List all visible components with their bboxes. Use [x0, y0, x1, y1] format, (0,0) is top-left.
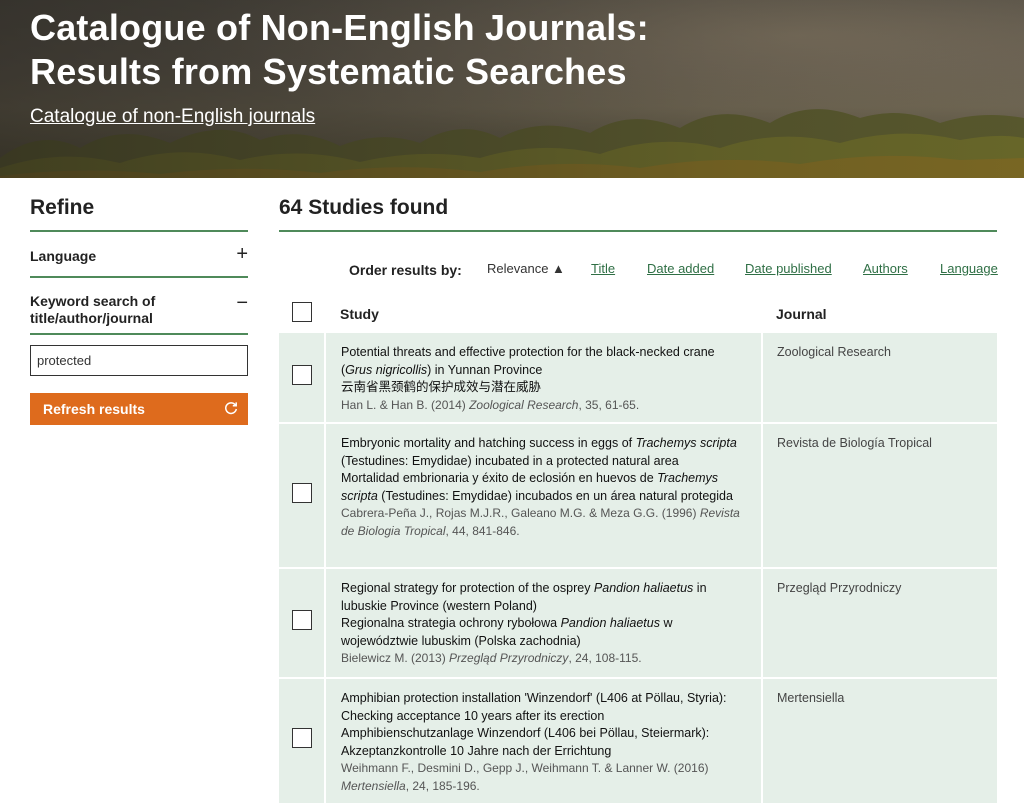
- refine-title: Refine: [30, 196, 248, 232]
- study-cell: Potential threats and effective protecti…: [324, 331, 762, 423]
- order-date-published[interactable]: Date published: [745, 261, 832, 276]
- row-checkbox[interactable]: [291, 728, 312, 749]
- table-row: Regional strategy for protection of the …: [279, 567, 997, 678]
- study-translation: Regionalna strategia ochrony rybołowa Pa…: [341, 616, 673, 648]
- results-count: 64 Studies found: [279, 196, 997, 232]
- language-facet-label: Language: [30, 248, 97, 264]
- row-select-cell: [279, 567, 325, 678]
- study-translation: Amphibienschutzanlage Winzendorf (L406 b…: [341, 726, 710, 758]
- study-cell: Amphibian protection installation 'Winze…: [324, 677, 762, 803]
- table-row: Potential threats and effective protecti…: [279, 331, 997, 423]
- journal-column-header: Journal: [762, 296, 997, 332]
- table-row: Embryonic mortality and hatching success…: [279, 422, 997, 568]
- study-citation: Han L. & Han B. (2014) Zoological Resear…: [341, 397, 640, 412]
- study-translation: Mortalidad embrionaria y éxito de eclosi…: [341, 471, 733, 503]
- page-title-line2: Results from Systematic Searches: [30, 51, 627, 92]
- study-translation: 云南省黑颈鹤的保护成效与潜在威胁: [341, 380, 542, 394]
- language-facet-toggle[interactable]: Language +: [30, 244, 248, 278]
- order-language[interactable]: Language: [940, 261, 998, 276]
- order-date-added[interactable]: Date added: [647, 261, 714, 276]
- row-select-cell: [279, 331, 325, 423]
- study-citation: Bielewicz M. (2013) Przegląd Przyrodnicz…: [341, 651, 642, 665]
- study-title[interactable]: Amphibian protection installation 'Winze…: [341, 690, 747, 725]
- refine-sidebar: Refine Language + Keyword search of titl…: [30, 196, 248, 425]
- order-title[interactable]: Title: [591, 261, 615, 276]
- table-header: Study Journal: [279, 296, 997, 332]
- study-cell: Embryonic mortality and hatching success…: [324, 422, 762, 568]
- study-citation: Weihmann F., Desmini D., Gepp J., Weihma…: [341, 761, 709, 793]
- hero-banner: Catalogue of Non-English Journals: Resul…: [0, 0, 1024, 178]
- order-bar: Order results by: Relevance ▲ Title Date…: [279, 244, 998, 288]
- study-column-header: Study: [325, 296, 762, 332]
- study-citation: Cabrera-Peña J., Rojas M.J.R., Galeano M…: [341, 506, 740, 538]
- row-select-cell: [279, 677, 325, 803]
- select-all-cell: [279, 296, 325, 332]
- row-select-cell: [279, 422, 325, 568]
- study-cell: Regional strategy for protection of the …: [324, 567, 762, 678]
- table-row: Amphibian protection installation 'Winze…: [279, 677, 997, 803]
- results-table: Study Journal Potential threats and effe…: [279, 296, 997, 803]
- row-checkbox[interactable]: [291, 364, 312, 385]
- plus-icon[interactable]: +: [236, 244, 248, 264]
- minus-icon[interactable]: −: [236, 293, 248, 313]
- row-checkbox[interactable]: [291, 610, 312, 631]
- select-all-checkbox[interactable]: [292, 302, 312, 322]
- catalogue-link[interactable]: Catalogue of non-English journals: [30, 106, 315, 128]
- study-title[interactable]: Embryonic mortality and hatching success…: [341, 435, 747, 470]
- order-label: Order results by:: [349, 262, 462, 278]
- order-authors[interactable]: Authors: [863, 261, 908, 276]
- study-title[interactable]: Regional strategy for protection of the …: [341, 580, 747, 615]
- row-checkbox[interactable]: [291, 482, 312, 503]
- order-relevance[interactable]: Relevance ▲: [487, 261, 565, 276]
- keyword-facet-toggle[interactable]: Keyword search of title/author/journal −: [30, 293, 248, 335]
- refresh-results-button[interactable]: Refresh results: [30, 393, 248, 425]
- results-panel: 64 Studies found Order results by: Relev…: [279, 196, 998, 803]
- keyword-search-input[interactable]: [30, 345, 248, 376]
- page-title: Catalogue of Non-English Journals: Resul…: [30, 6, 730, 94]
- journal-cell: Zoological Research: [761, 331, 997, 423]
- journal-cell: Przegląd Przyrodniczy: [761, 567, 997, 678]
- study-title[interactable]: Potential threats and effective protecti…: [341, 344, 747, 379]
- keyword-facet-label: Keyword search of title/author/journal: [30, 293, 156, 326]
- refresh-results-label: Refresh results: [43, 401, 145, 417]
- journal-cell: Revista de Biología Tropical: [761, 422, 997, 568]
- page-title-line1: Catalogue of Non-English Journals:: [30, 7, 649, 48]
- refresh-icon: [225, 402, 238, 415]
- journal-cell: Mertensiella: [761, 677, 997, 803]
